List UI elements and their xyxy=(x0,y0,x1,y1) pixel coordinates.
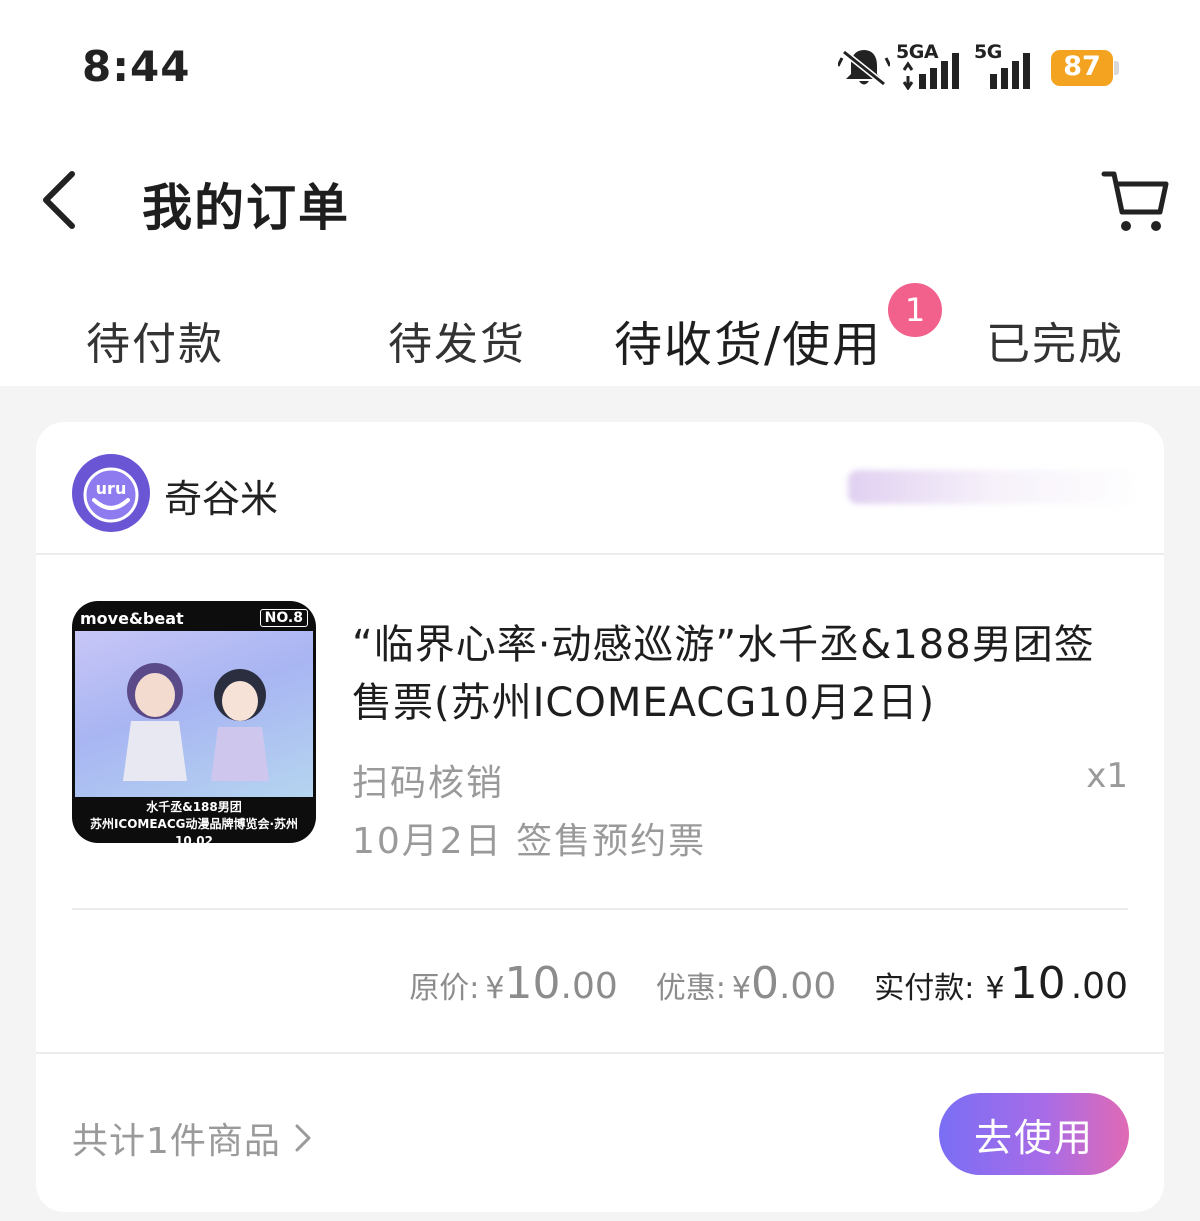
page-title: 我的订单 xyxy=(142,179,350,237)
tab-pending-payment[interactable]: 待付款 xyxy=(86,308,224,372)
original-price-label: 原价: xyxy=(409,971,480,1006)
smile-logo-icon: uru xyxy=(73,455,149,531)
tab-completed[interactable]: 已完成 xyxy=(986,308,1124,372)
discount-currency: ¥ xyxy=(731,971,751,1006)
paid-currency: ¥ xyxy=(985,971,1005,1006)
cart-icon xyxy=(1101,171,1169,231)
chevron-left-icon xyxy=(43,171,75,229)
paid-integer: 10 xyxy=(1009,958,1066,1009)
product-artwork xyxy=(75,631,313,797)
back-button[interactable] xyxy=(36,168,84,232)
thumbnail-brand: move&beat xyxy=(80,609,184,628)
status-time: 8:44 xyxy=(82,42,191,91)
product-quantity: x1 xyxy=(1086,756,1128,796)
signal-icon-1: 5GA xyxy=(896,41,968,90)
tab-pending-receipt[interactable]: 待收货/使用 xyxy=(614,305,882,375)
discount-label: 优惠: xyxy=(655,971,726,1006)
product-spec-redemption: 扫码核销 xyxy=(352,763,505,804)
tab-count-badge: 1 xyxy=(888,283,942,337)
shop-logo[interactable]: uru xyxy=(72,454,150,532)
bell-off-icon xyxy=(838,49,890,87)
product-thumbnail[interactable]: move&beat NO.8 水千丞&188男团 苏州ICOMEACG动漫品牌博… xyxy=(72,601,316,843)
discount-integer: 0 xyxy=(750,958,779,1009)
original-price-decimal: .00 xyxy=(560,966,618,1007)
price-summary: 原价: ¥ 10 .00 优惠: ¥ 0 .00 实付款: ¥ 10 .00 xyxy=(409,958,1128,1014)
signal-icon-2: 5G xyxy=(974,41,1046,90)
thumbnail-caption-line2: 苏州ICOMEACG动漫品牌博览会·苏州10.02 xyxy=(89,817,299,843)
battery-indicator: 87 xyxy=(1051,50,1119,86)
item-count-text: 共计1件商品 xyxy=(72,1121,281,1162)
blurred-region xyxy=(848,470,1138,504)
divider xyxy=(72,908,1128,910)
use-ticket-button[interactable]: 去使用 xyxy=(939,1093,1129,1175)
discount-decimal: .00 xyxy=(778,966,837,1007)
battery-level: 87 xyxy=(1063,51,1101,82)
svg-text:uru: uru xyxy=(96,479,127,498)
paid-label: 实付款: xyxy=(874,971,975,1006)
item-count-link[interactable]: 共计1件商品 xyxy=(72,1112,315,1164)
shop-name[interactable]: 奇谷米 xyxy=(164,468,278,523)
divider xyxy=(36,553,1164,555)
product-title[interactable]: “临界心率·动感巡游”水千丞&188男团签售票(苏州ICOMEACG10月2日) xyxy=(352,616,1132,732)
tab-pending-shipment[interactable]: 待发货 xyxy=(388,308,526,372)
thumbnail-number: NO.8 xyxy=(259,609,308,627)
product-spec-date: 10月2日 签售预约票 xyxy=(352,821,707,862)
paid-amount: 实付款: ¥ 10 .00 xyxy=(874,958,1128,1009)
thumbnail-caption-line1: 水千丞&188男团 xyxy=(146,800,242,814)
paid-decimal: .00 xyxy=(1070,966,1128,1007)
cart-button[interactable] xyxy=(1100,166,1172,236)
original-price-integer: 10 xyxy=(504,958,561,1009)
original-price-currency: ¥ xyxy=(485,971,505,1006)
header-area: 8:44 5GA 5G 87 我的订单 待付款 待发货 待收货/使用 1 已完成 xyxy=(0,0,1200,386)
chevron-right-icon xyxy=(295,1124,311,1152)
divider xyxy=(36,1052,1164,1054)
order-card[interactable]: uru 奇谷米 move&beat NO.8 水千丞&188男团 苏州ICOME… xyxy=(36,422,1164,1212)
thumbnail-caption: 水千丞&188男团 苏州ICOMEACG动漫品牌博览会·苏州10.02 xyxy=(72,799,316,843)
